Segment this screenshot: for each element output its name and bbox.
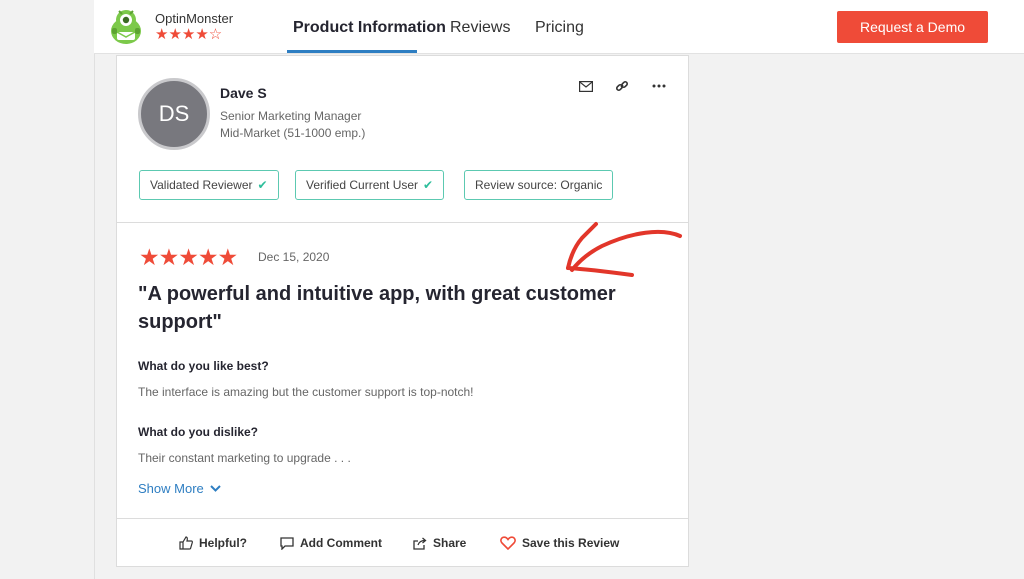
tab-reviews[interactable]: Reviews bbox=[450, 19, 510, 37]
badge-label: Verified Current User bbox=[306, 178, 419, 192]
active-tab-indicator bbox=[287, 50, 417, 53]
tab-pricing[interactable]: Pricing bbox=[535, 19, 584, 37]
badge-label: Validated Reviewer bbox=[150, 178, 253, 192]
review-rating-stars: ★★★★★ bbox=[139, 244, 238, 270]
show-more-link[interactable]: Show More bbox=[138, 481, 221, 496]
check-icon: ✔ bbox=[423, 178, 434, 192]
more-options-icon[interactable] bbox=[650, 78, 668, 94]
heart-icon bbox=[500, 536, 516, 550]
review-card: DS Dave S Senior Marketing Manager Mid-M… bbox=[116, 55, 689, 567]
comment-icon bbox=[280, 536, 294, 550]
brand-name: OptinMonster bbox=[155, 11, 234, 26]
reviewer-title: Senior Marketing Manager bbox=[220, 109, 362, 123]
helpful-button[interactable]: Helpful? bbox=[179, 536, 247, 550]
chevron-down-icon bbox=[210, 485, 221, 492]
show-more-label: Show More bbox=[138, 481, 204, 496]
save-review-label: Save this Review bbox=[522, 536, 620, 550]
brand-rating-empty: ☆ bbox=[208, 26, 223, 43]
badge-review-source: Review source: Organic bbox=[464, 170, 614, 200]
reviewer-name: Dave S bbox=[220, 85, 267, 101]
divider bbox=[117, 518, 688, 519]
avatar: DS bbox=[138, 78, 210, 150]
tab-product-information[interactable]: Product Information bbox=[293, 19, 446, 37]
red-annotation-arrow bbox=[566, 222, 682, 277]
question-like-best: What do you like best? bbox=[138, 359, 269, 373]
add-comment-label: Add Comment bbox=[300, 536, 382, 550]
top-navigation-bar: OptinMonster ★★★★☆ Product Information R… bbox=[94, 0, 1024, 54]
brand-rating-filled: ★★★★ bbox=[155, 26, 209, 43]
link-icon[interactable] bbox=[613, 78, 631, 94]
brand-rating-stars: ★★★★☆ bbox=[155, 27, 222, 43]
badge-verified-current-user: Verified Current User ✔ bbox=[295, 170, 445, 200]
thumbs-up-icon bbox=[179, 536, 193, 550]
answer-dislike: Their constant marketing to upgrade . . … bbox=[138, 451, 351, 465]
review-headline: "A powerful and intuitive app, with grea… bbox=[138, 283, 616, 333]
check-icon: ✔ bbox=[257, 178, 268, 192]
share-label: Share bbox=[433, 536, 467, 550]
mail-icon[interactable] bbox=[577, 78, 595, 94]
answer-like-best: The interface is amazing but the custome… bbox=[138, 385, 474, 399]
save-review-button[interactable]: Save this Review bbox=[500, 536, 619, 550]
share-icon bbox=[413, 537, 427, 550]
badge-validated-reviewer: Validated Reviewer ✔ bbox=[139, 170, 279, 200]
add-comment-button[interactable]: Add Comment bbox=[280, 536, 382, 550]
question-dislike: What do you dislike? bbox=[138, 425, 259, 439]
optinmonster-logo bbox=[111, 10, 141, 44]
share-button[interactable]: Share bbox=[413, 536, 466, 550]
badge-label: Review source: Organic bbox=[475, 178, 603, 192]
reviewer-segment: Mid-Market (51-1000 emp.) bbox=[220, 126, 366, 140]
review-date: Dec 15, 2020 bbox=[258, 250, 330, 264]
helpful-label: Helpful? bbox=[199, 536, 247, 550]
request-demo-button[interactable]: Request a Demo bbox=[837, 11, 988, 43]
